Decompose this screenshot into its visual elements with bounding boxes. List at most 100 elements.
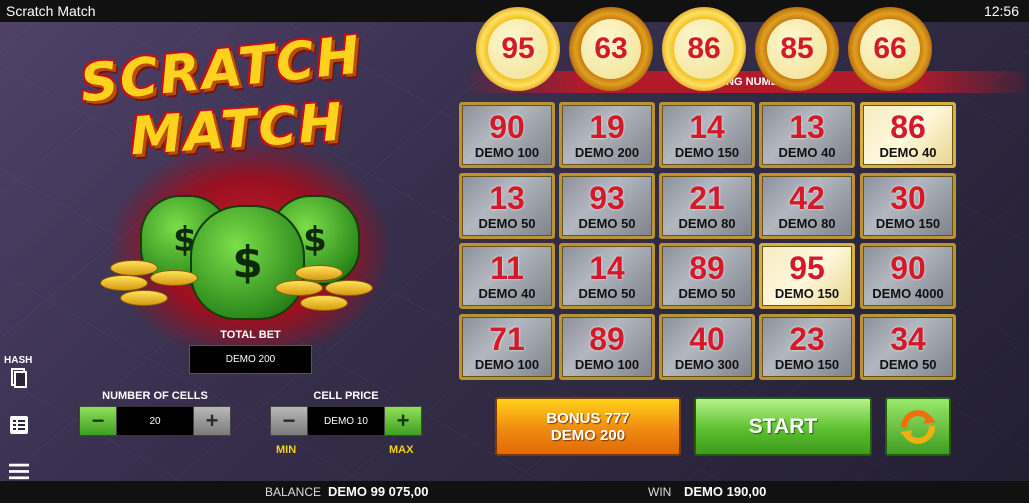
min-price-link[interactable]: MIN bbox=[276, 444, 296, 456]
scratch-cell[interactable]: 14 DEMO 50 bbox=[559, 243, 655, 309]
scratch-cell[interactable]: 40 DEMO 300 bbox=[659, 314, 755, 380]
cell-number: 89 bbox=[589, 320, 625, 357]
total-bet-label: TOTAL BET bbox=[220, 329, 281, 341]
hash-label: HASH bbox=[4, 355, 33, 366]
scratch-cell[interactable]: 90 DEMO 4000 bbox=[860, 243, 956, 309]
cell-number: 21 bbox=[689, 179, 725, 216]
winning-number: 95 bbox=[488, 19, 548, 79]
winning-number-ball: 66 bbox=[848, 7, 932, 91]
coin-icon bbox=[300, 295, 348, 311]
win-label: WIN bbox=[648, 485, 672, 499]
cell-number: 90 bbox=[489, 108, 525, 145]
bonus-777-button[interactable]: BONUS 777 DEMO 200 bbox=[495, 397, 681, 456]
app-title: Scratch Match bbox=[6, 3, 96, 19]
start-button[interactable]: START bbox=[694, 397, 872, 456]
cell-prize: DEMO 100 bbox=[474, 356, 540, 372]
scratch-cell[interactable]: 14 DEMO 150 bbox=[659, 102, 755, 168]
cell-prize: DEMO 150 bbox=[875, 215, 941, 231]
winning-number: 66 bbox=[860, 19, 920, 79]
winning-number: 85 bbox=[767, 19, 827, 79]
cell-price-label: CELL PRICE bbox=[313, 390, 379, 402]
cell-prize: DEMO 100 bbox=[574, 356, 640, 372]
menu-icon[interactable] bbox=[9, 461, 29, 481]
coin-icon bbox=[150, 270, 198, 286]
scratch-cell[interactable]: 19 DEMO 200 bbox=[559, 102, 655, 168]
scratch-cell[interactable]: 13 DEMO 40 bbox=[759, 102, 855, 168]
scratch-cell[interactable]: 86 DEMO 40 bbox=[860, 102, 956, 168]
coin-icon bbox=[110, 260, 158, 276]
cell-number: 89 bbox=[689, 249, 725, 286]
status-bar: BALANCE DEMO 99 075,00 WIN DEMO 190,00 bbox=[0, 481, 1029, 503]
coin-icon bbox=[100, 275, 148, 291]
scratch-cell[interactable]: 42 DEMO 80 bbox=[759, 173, 855, 239]
cell-number: 90 bbox=[890, 249, 926, 286]
winning-number-ball: 85 bbox=[755, 7, 839, 91]
bonus-label: BONUS 777 bbox=[546, 409, 630, 427]
cells-decrease-button[interactable]: − bbox=[79, 406, 117, 436]
cell-prize: DEMO 100 bbox=[474, 144, 540, 160]
scratch-cell[interactable]: 89 DEMO 100 bbox=[559, 314, 655, 380]
scratch-cell[interactable]: 30 DEMO 150 bbox=[860, 173, 956, 239]
cell-number: 40 bbox=[689, 320, 725, 357]
cell-prize: DEMO 200 bbox=[574, 144, 640, 160]
scratch-cell[interactable]: 21 DEMO 80 bbox=[659, 173, 755, 239]
coin-icon bbox=[325, 280, 373, 296]
price-decrease-button[interactable]: − bbox=[270, 406, 308, 436]
document-icon[interactable] bbox=[9, 368, 29, 388]
cell-number: 34 bbox=[890, 320, 926, 357]
scratch-cell[interactable]: 89 DEMO 50 bbox=[659, 243, 755, 309]
cell-price-stepper: − DEMO 10 + bbox=[269, 406, 423, 436]
cell-prize: DEMO 80 bbox=[678, 215, 736, 231]
winning-number-ball: 63 bbox=[569, 7, 653, 91]
cell-prize: DEMO 150 bbox=[674, 144, 740, 160]
scratch-cell[interactable]: 90 DEMO 100 bbox=[459, 102, 555, 168]
balance-label: BALANCE bbox=[265, 485, 322, 499]
paytable-list-icon[interactable] bbox=[9, 415, 29, 435]
cell-number: 95 bbox=[789, 249, 825, 286]
scratch-cell[interactable]: 93 DEMO 50 bbox=[559, 173, 655, 239]
cell-prize: DEMO 300 bbox=[674, 356, 740, 372]
number-of-cells-stepper: − 20 + bbox=[78, 406, 232, 436]
cell-number: 13 bbox=[489, 179, 525, 216]
cell-number: 14 bbox=[689, 108, 725, 145]
winning-number: 63 bbox=[581, 19, 641, 79]
price-increase-button[interactable]: + bbox=[384, 406, 422, 436]
clock: 12:56 bbox=[983, 3, 1019, 19]
max-price-link[interactable]: MAX bbox=[389, 444, 413, 456]
cell-prize: DEMO 50 bbox=[678, 285, 736, 301]
cell-number: 13 bbox=[789, 108, 825, 145]
winning-number-ball: 95 bbox=[476, 7, 560, 91]
scratch-cell[interactable]: 23 DEMO 150 bbox=[759, 314, 855, 380]
cell-prize: DEMO 150 bbox=[774, 356, 840, 372]
cell-prize: DEMO 40 bbox=[478, 285, 536, 301]
scratch-cell[interactable]: 13 DEMO 50 bbox=[459, 173, 555, 239]
cell-number: 30 bbox=[890, 179, 926, 216]
cell-prize: DEMO 40 bbox=[879, 144, 937, 160]
win-value: DEMO 190,00 bbox=[684, 484, 767, 499]
price-value: DEMO 10 bbox=[324, 415, 368, 427]
winning-numbers-label: WINNING NUMBERS bbox=[470, 71, 1025, 93]
cell-number: 11 bbox=[490, 249, 524, 286]
winning-number: 86 bbox=[674, 19, 734, 79]
scratch-cell[interactable]: 71 DEMO 100 bbox=[459, 314, 555, 380]
winning-number-ball: 86 bbox=[662, 7, 746, 91]
cell-prize: DEMO 80 bbox=[778, 215, 836, 231]
cell-number: 93 bbox=[589, 179, 625, 216]
cell-prize: DEMO 150 bbox=[774, 285, 840, 301]
cell-number: 71 bbox=[489, 320, 525, 357]
cell-prize: DEMO 50 bbox=[578, 215, 636, 231]
coin-icon bbox=[120, 290, 168, 306]
total-bet-display: DEMO 200 bbox=[189, 345, 312, 374]
coin-icon bbox=[295, 265, 343, 281]
cell-number: 14 bbox=[589, 249, 625, 286]
autoplay-refresh-button[interactable] bbox=[885, 397, 951, 456]
cell-prize: DEMO 50 bbox=[578, 285, 636, 301]
bonus-price: DEMO 200 bbox=[550, 426, 626, 444]
scratch-cell[interactable]: 95 DEMO 150 bbox=[759, 243, 855, 309]
number-of-cells-label: NUMBER OF CELLS bbox=[102, 390, 208, 402]
balance-value: DEMO 99 075,00 bbox=[328, 484, 429, 499]
cells-value: 20 bbox=[149, 415, 161, 427]
scratch-cell[interactable]: 34 DEMO 50 bbox=[860, 314, 956, 380]
cells-increase-button[interactable]: + bbox=[193, 406, 231, 436]
scratch-cell[interactable]: 11 DEMO 40 bbox=[459, 243, 555, 309]
